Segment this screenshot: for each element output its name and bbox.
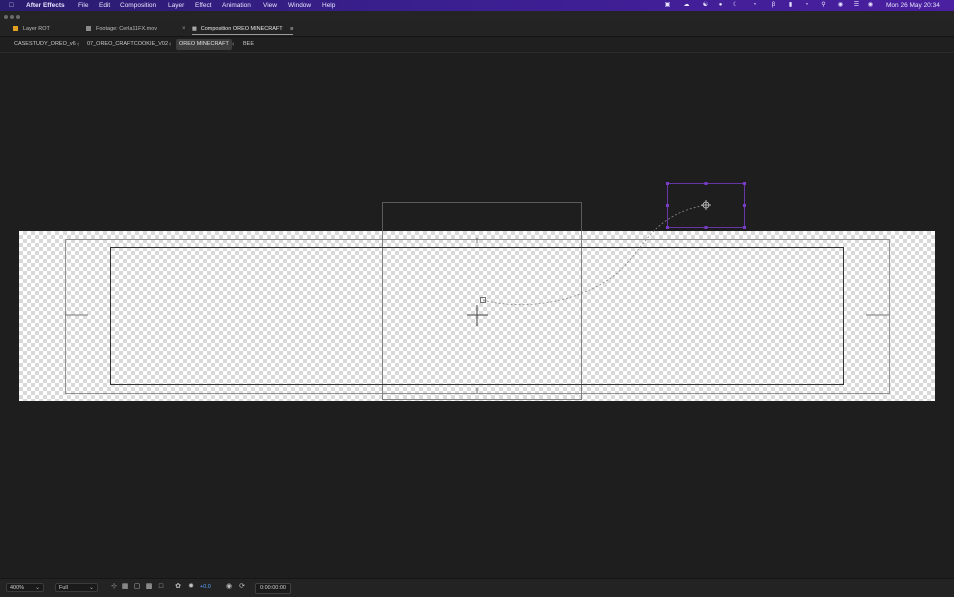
- snapshot-icon[interactable]: ⟳: [238, 583, 246, 591]
- grid-icon[interactable]: ▦: [121, 583, 129, 591]
- viewer-overlay: [65, 182, 890, 400]
- mask-icon[interactable]: □: [157, 583, 165, 591]
- camera-icon[interactable]: ◉: [225, 583, 233, 591]
- viewer-toolbar: 400% ⌄ Full ⌄ ⊹ ▦ ▢ ▩ □ ✿ ✹ +0.0 ◉ ⟳ 0:0…: [0, 578, 954, 597]
- zoom-dropdown[interactable]: 400% ⌄: [6, 583, 44, 592]
- chevron-down-icon: ⌄: [88, 585, 94, 591]
- timecode-field[interactable]: 0:00:00:00: [255, 583, 291, 594]
- anchor-point-icon[interactable]: [701, 200, 711, 210]
- region-icon[interactable]: ▢: [133, 583, 141, 591]
- zoom-value: 400%: [10, 585, 25, 591]
- exposure-value[interactable]: +0.0: [200, 583, 211, 592]
- exposure-icon[interactable]: ✹: [187, 583, 195, 591]
- motion-path[interactable]: [482, 204, 707, 306]
- transparency-icon[interactable]: ▩: [145, 583, 153, 591]
- resolution-value: Full: [59, 585, 68, 591]
- color-icon[interactable]: ✿: [174, 583, 182, 591]
- layer-bounds[interactable]: [382, 202, 582, 400]
- resolution-dropdown[interactable]: Full ⌄: [55, 583, 98, 592]
- chevron-down-icon: ⌄: [34, 585, 40, 591]
- fast-previews-icon[interactable]: ⊹: [110, 583, 118, 591]
